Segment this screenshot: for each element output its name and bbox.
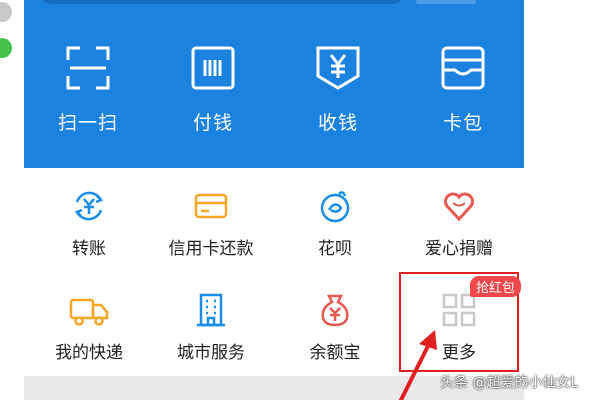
- card-wallet-button[interactable]: 卡包: [415, 44, 511, 135]
- credit-card-repay-label: 信用卡还款: [168, 239, 254, 259]
- watermark-text: 头条 @超爱的小仙女L: [440, 375, 579, 391]
- scan-button[interactable]: 扫一扫: [40, 44, 136, 135]
- pay-button[interactable]: 付钱: [165, 44, 261, 135]
- search-bar-edge: [416, 0, 476, 4]
- city-service-button[interactable]: 城市服务: [151, 292, 271, 363]
- card-wallet-label: 卡包: [442, 112, 483, 134]
- annotation-arrow: [398, 330, 437, 400]
- delivery-truck-icon: [69, 298, 109, 326]
- red-packet-badge: 抢红包: [470, 276, 522, 297]
- receive-button[interactable]: 收钱: [290, 44, 386, 135]
- card-wallet-icon: [441, 46, 485, 90]
- huabei-icon: [320, 191, 350, 223]
- huabei-label: 花呗: [318, 239, 352, 259]
- gray-dot: [0, 2, 12, 22]
- yuebao-button[interactable]: 余额宝: [275, 292, 395, 363]
- blue-header: 扫一扫 付钱 收钱 卡包: [24, 0, 524, 168]
- transfer-label: 转账: [72, 239, 106, 259]
- heart-donation-icon: [444, 192, 474, 222]
- left-edge: [0, 0, 24, 400]
- credit-card-repay-button[interactable]: 信用卡还款: [151, 188, 271, 259]
- credit-card-icon: [194, 193, 228, 219]
- scan-icon: [66, 46, 110, 90]
- yuebao-label: 余额宝: [309, 343, 361, 363]
- search-bar[interactable]: [42, 0, 402, 4]
- transfer-icon: [74, 191, 104, 221]
- heart-donation-label: 爱心捐赠: [425, 239, 493, 259]
- my-delivery-button[interactable]: 我的快递: [29, 292, 149, 363]
- scan-label: 扫一扫: [57, 112, 118, 134]
- pay-barcode-icon: [191, 46, 235, 90]
- my-delivery-label: 我的快递: [55, 343, 123, 363]
- transfer-button[interactable]: 转账: [29, 188, 149, 259]
- green-dot: [0, 38, 12, 58]
- heart-donation-button[interactable]: 爱心捐赠: [399, 188, 519, 259]
- receive-money-icon: [316, 46, 360, 90]
- huabei-button[interactable]: 花呗: [275, 188, 395, 259]
- city-building-icon: [197, 293, 225, 327]
- right-margin: [524, 0, 600, 400]
- money-bag-icon: [321, 294, 349, 327]
- city-service-label: 城市服务: [177, 343, 245, 363]
- receive-label: 收钱: [317, 112, 358, 134]
- pay-label: 付钱: [192, 112, 233, 134]
